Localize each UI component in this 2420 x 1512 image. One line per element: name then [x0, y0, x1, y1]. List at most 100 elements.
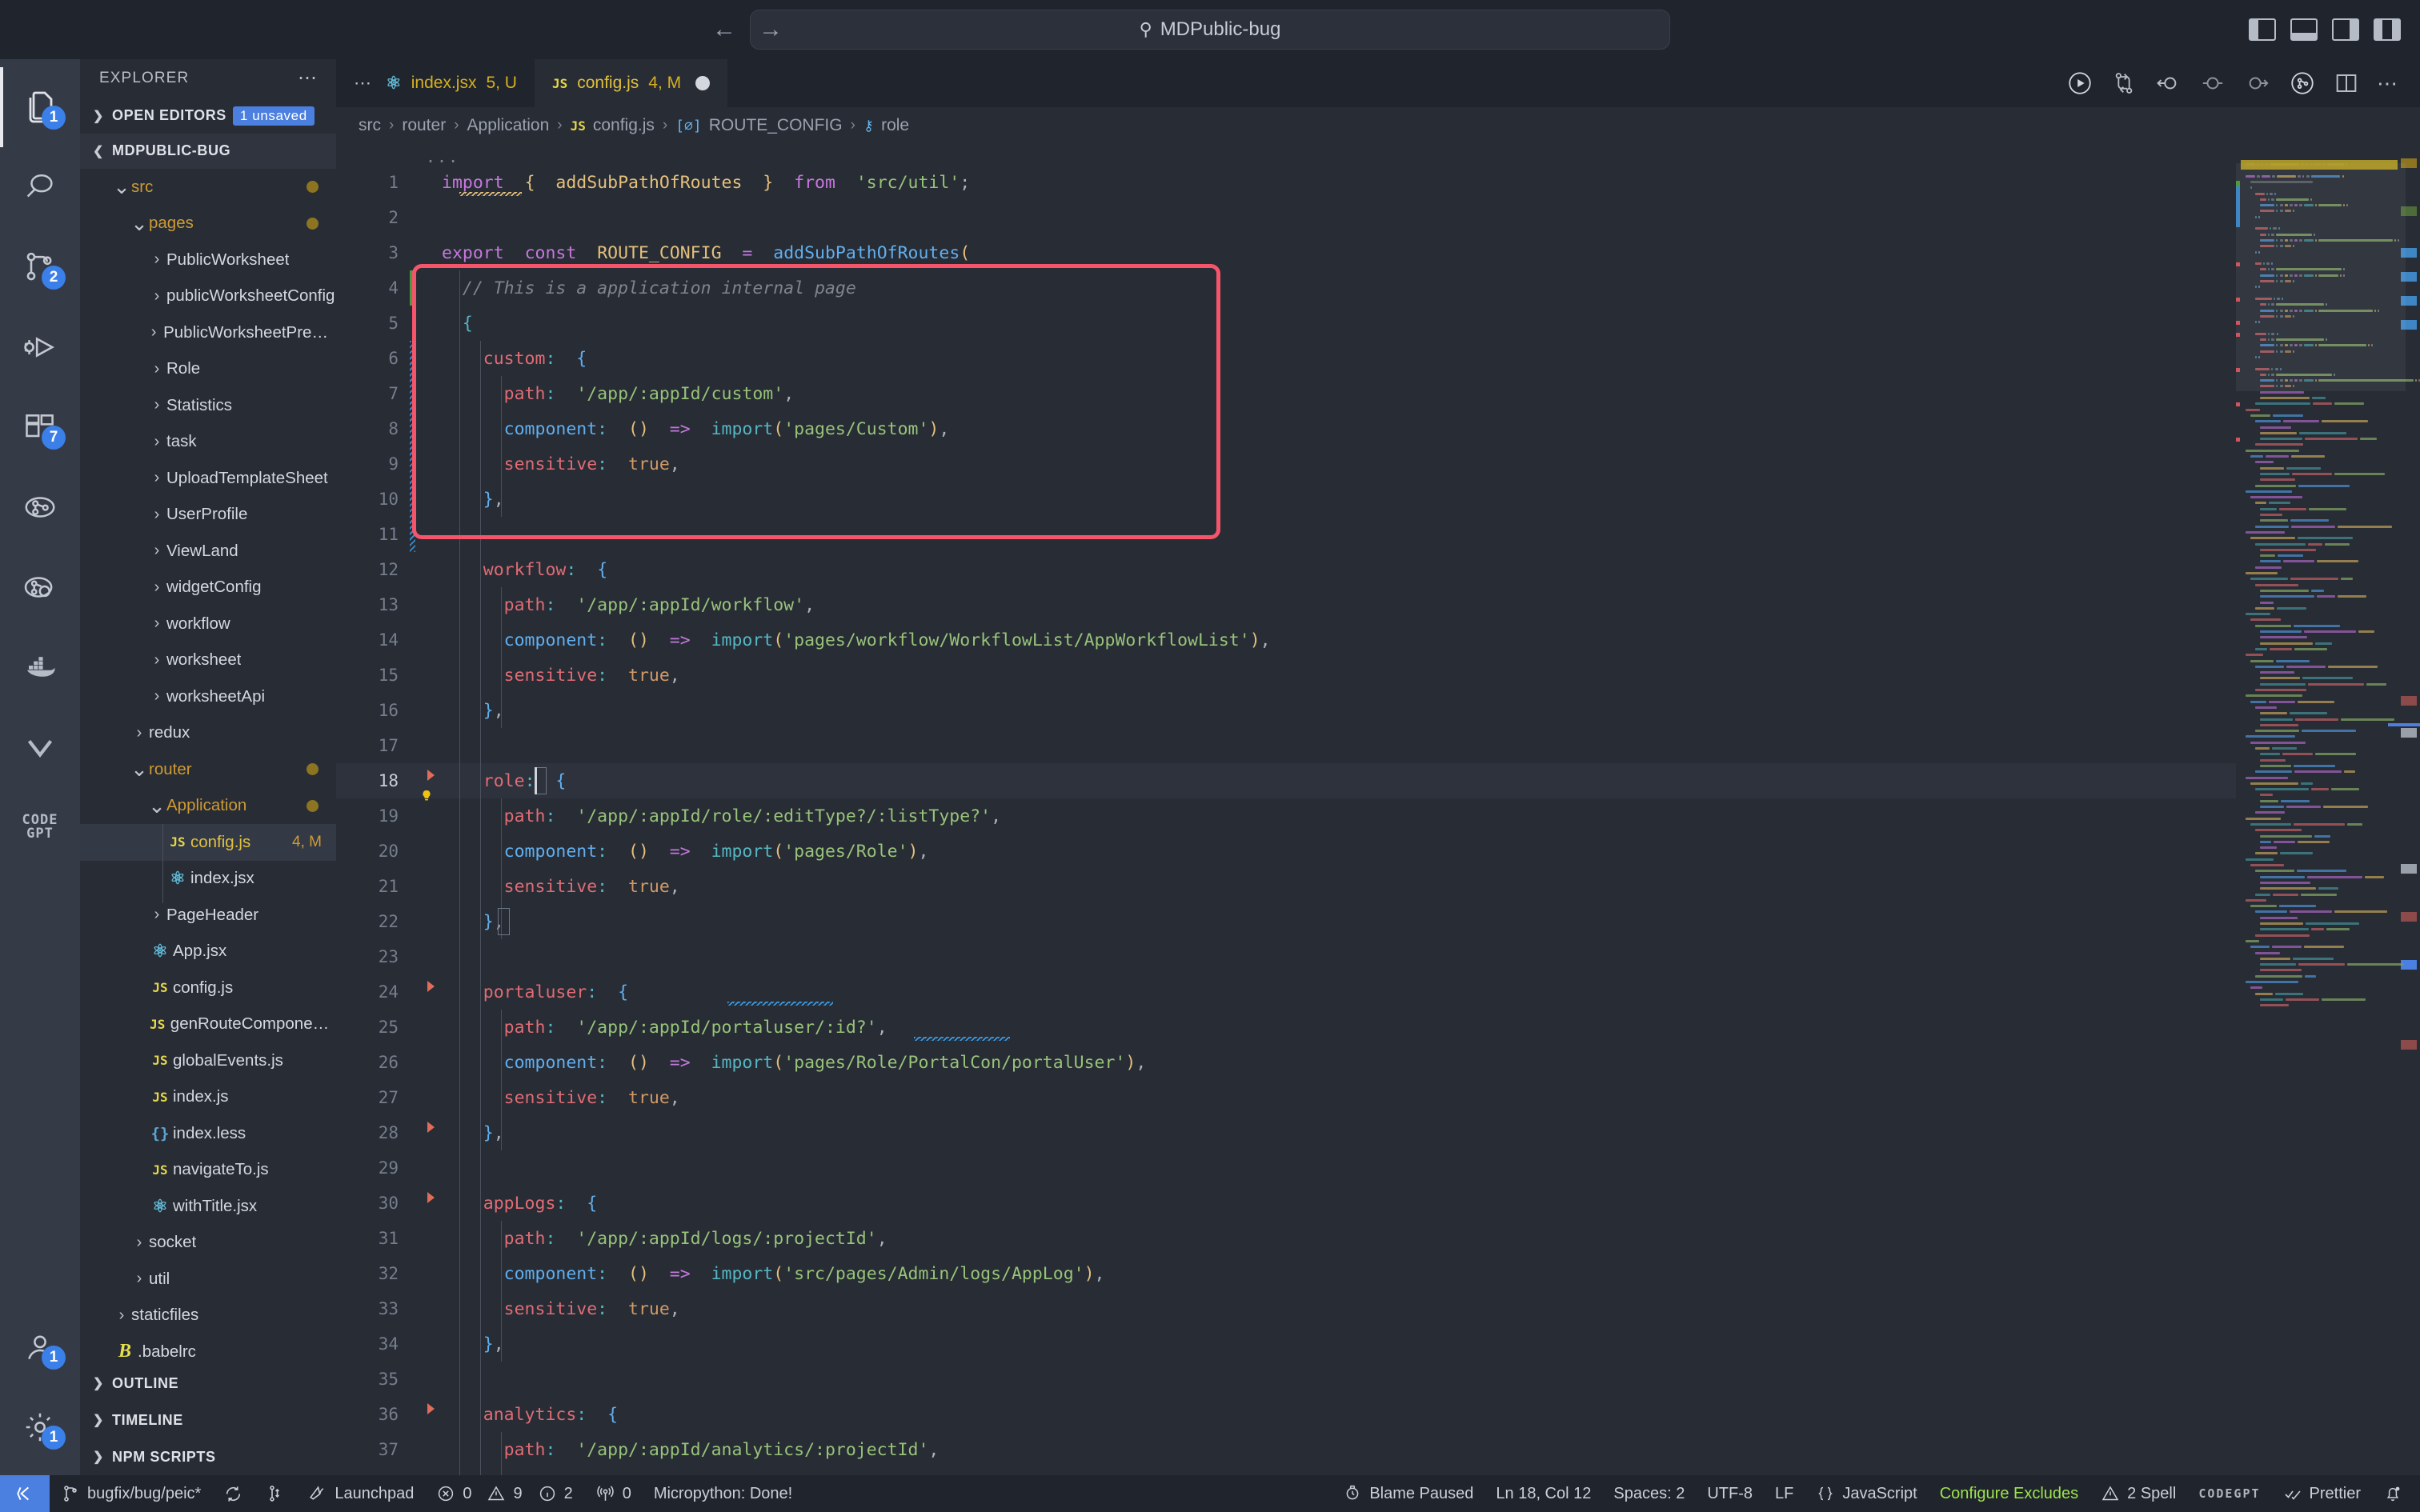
run-icon[interactable] — [2066, 70, 2093, 97]
activity-bar-item-run-and-debug[interactable] — [0, 307, 80, 387]
code-line[interactable]: 34 }, — [336, 1326, 2236, 1362]
toggle-primary-sidebar-icon[interactable] — [2249, 18, 2276, 41]
tree-item-navigateto-js[interactable]: JS navigateTo.js — [80, 1152, 336, 1189]
status-blame[interactable]: Blame Paused — [1332, 1475, 1484, 1512]
timeline-panel[interactable]: ❯ TIMELINE — [80, 1402, 336, 1438]
fold-marker-icon[interactable] — [427, 981, 435, 992]
code-line[interactable]: 31 path: '/app/:appId/logs/:projectId', — [336, 1221, 2236, 1256]
previous-change-icon[interactable] — [2199, 70, 2226, 97]
code-line[interactable]: 11 — [336, 517, 2236, 552]
tree-item-pageheader[interactable]: › PageHeader — [80, 897, 336, 934]
code-line[interactable]: 8 component: () => import('pages/Custom'… — [336, 411, 2236, 446]
tree-item-index-less[interactable]: {} index.less — [80, 1115, 336, 1152]
tree-item-pages[interactable]: ⌄ pages — [80, 206, 336, 242]
toggle-secondary-sidebar-icon[interactable] — [2332, 18, 2359, 41]
code-line[interactable]: 33 sensitive: true, — [336, 1291, 2236, 1326]
project-root-section[interactable]: ❮ MDPUBLIC-BUG — [80, 133, 336, 170]
tree-item-statistics[interactable]: › Statistics — [80, 387, 336, 424]
tree-item-publicworksheetconfig[interactable]: › publicWorksheetConfig — [80, 278, 336, 315]
activity-bar-item-extensions[interactable]: 7 — [0, 387, 80, 467]
tree-item-viewland[interactable]: › ViewLand — [80, 533, 336, 570]
tree-item-index-jsx[interactable]: ⚛ index.jsx — [80, 861, 336, 898]
tree-item-task[interactable]: › task — [80, 424, 336, 461]
open-editors-section[interactable]: ❯ OPEN EDITORS 1 unsaved — [80, 98, 336, 133]
status-micropython[interactable]: Micropython: Done! — [643, 1475, 803, 1512]
status-encoding[interactable]: UTF-8 — [1696, 1475, 1764, 1512]
ellipsis-icon[interactable]: ⋯ — [354, 74, 373, 92]
gitlens-icon[interactable] — [2289, 70, 2316, 97]
code-line[interactable]: 7 path: '/app/:appId/custom', — [336, 376, 2236, 411]
code-line[interactable]: 6 custom: { — [336, 341, 2236, 376]
tree-item-uploadtemplatesheet[interactable]: › UploadTemplateSheet — [80, 460, 336, 497]
code-line[interactable]: 21 sensitive: true, — [336, 869, 2236, 904]
code-line[interactable]: 22 }, — [336, 904, 2236, 939]
tree-item-role[interactable]: › Role — [80, 351, 336, 388]
tree-item-util[interactable]: › util — [80, 1261, 336, 1298]
remote-window-button[interactable] — [0, 1475, 50, 1512]
breadcrumb-item-application[interactable]: Application — [467, 116, 550, 135]
status-branch[interactable]: bugfix/bug/peic* — [50, 1475, 212, 1512]
status-spell[interactable]: 2 Spell — [2089, 1475, 2187, 1512]
tree-item-app-jsx[interactable]: ⚛ App.jsx — [80, 934, 336, 970]
activity-bar-item-settings[interactable]: 1 — [0, 1387, 80, 1467]
status-indentation[interactable]: Spaces: 2 — [1602, 1475, 1696, 1512]
dirty-indicator-icon[interactable] — [695, 76, 711, 90]
tree-item-workflow[interactable]: › workflow — [80, 606, 336, 642]
customize-layout-icon[interactable] — [2374, 18, 2401, 41]
tree-item-withtitle-jsx[interactable]: ⚛ withTitle.jsx — [80, 1188, 336, 1225]
tree-item--babelrc[interactable]: B .babelrc — [80, 1334, 336, 1365]
status-branch-compare[interactable] — [254, 1475, 296, 1512]
fold-marker-icon[interactable] — [427, 1403, 435, 1414]
tree-item-config-js[interactable]: JS config.js 4, M — [80, 824, 336, 861]
status-eol[interactable]: LF — [1764, 1475, 1805, 1512]
tree-item-index-js[interactable]: JS index.js — [80, 1079, 336, 1116]
file-tree[interactable]: ⌄ src ⌄ pages › PublicWorksheet › publicWorkshe… — [80, 169, 336, 1365]
status-prettier[interactable]: Prettier — [2272, 1475, 2372, 1512]
code-line[interactable]: 15 sensitive: true, — [336, 658, 2236, 693]
code-content[interactable]: ... 1 import { addSubPathOfRoutes } from … — [336, 144, 2236, 1475]
activity-bar-item-vitest[interactable] — [0, 707, 80, 787]
breadcrumb-item-role[interactable]: ⚷ role — [863, 116, 909, 135]
activity-bar-item-explorer[interactable]: 1 — [0, 67, 80, 147]
minimap-slider[interactable] — [2236, 163, 2406, 391]
code-line[interactable]: 24 portaluser: { — [336, 974, 2236, 1010]
tree-item-worksheet[interactable]: › worksheet — [80, 642, 336, 679]
minimap[interactable] — [2236, 144, 2420, 1475]
status-cursor-position[interactable]: Ln 18, Col 12 — [1484, 1475, 1602, 1512]
activity-bar-item-codegpt[interactable]: CODE GPT — [0, 787, 80, 867]
code-line[interactable]: 1 import { addSubPathOfRoutes } from 'src… — [336, 165, 2236, 200]
outline-panel[interactable]: ❯ OUTLINE — [80, 1365, 336, 1402]
toggle-panel-icon[interactable] — [2290, 18, 2318, 41]
source-control-compare-icon[interactable] — [2111, 70, 2137, 96]
tree-item-staticfiles[interactable]: › staticfiles — [80, 1298, 336, 1334]
tree-item-redux[interactable]: › redux — [80, 715, 336, 752]
breadcrumb-item-router[interactable]: router — [402, 116, 446, 135]
tree-item-userprofile[interactable]: › UserProfile — [80, 497, 336, 534]
more-actions-icon[interactable]: ⋯ — [2377, 73, 2399, 94]
code-line[interactable]: 20 component: () => import('pages/Role')… — [336, 834, 2236, 869]
fold-marker-icon[interactable] — [427, 770, 435, 781]
code-line[interactable]: 3 export const ROUTE_CONFIG = addSubPathO… — [336, 235, 2236, 270]
code-line[interactable]: 37 path: '/app/:appId/analytics/:project… — [336, 1432, 2236, 1467]
status-sync[interactable] — [212, 1475, 254, 1512]
tree-item-src[interactable]: ⌄ src — [80, 169, 336, 206]
breadcrumb-item-route_config[interactable]: [⌀] ROUTE_CONFIG — [675, 116, 842, 135]
tree-item-globalevents-js[interactable]: JS globalEvents.js — [80, 1042, 336, 1079]
code-line[interactable]: 5 { — [336, 306, 2236, 341]
tab-config-js[interactable]: JS config.js 4, M — [534, 59, 728, 107]
activity-bar-item-docker[interactable] — [0, 627, 80, 707]
go-back-icon[interactable] — [2154, 70, 2182, 97]
activity-bar-item-search[interactable] — [0, 147, 80, 227]
activity-bar-item-accounts[interactable]: 1 — [0, 1307, 80, 1387]
code-line[interactable]: 25 path: '/app/:appId/portaluser/:id?', — [336, 1010, 2236, 1045]
code-line[interactable]: 27 sensitive: true, — [336, 1080, 2236, 1115]
code-line[interactable]: 14 component: () => import('pages/workfl… — [336, 622, 2236, 658]
code-line[interactable]: 38 component: () => import('src/pages/Ad… — [336, 1467, 2236, 1476]
status-launchpad[interactable]: Launchpad — [296, 1475, 425, 1512]
activity-bar-item-source-control[interactable]: 2 — [0, 227, 80, 307]
code-line[interactable]: 32 component: () => import('src/pages/Ad… — [336, 1256, 2236, 1291]
tree-item-genroutecomponent-js[interactable]: JS genRouteComponent.js — [80, 1006, 336, 1043]
activity-bar-item-gitlens-inspect[interactable] — [0, 547, 80, 627]
split-editor-icon[interactable] — [2334, 70, 2359, 96]
code-line[interactable]: 26 component: () => import('pages/Role/P… — [336, 1045, 2236, 1080]
